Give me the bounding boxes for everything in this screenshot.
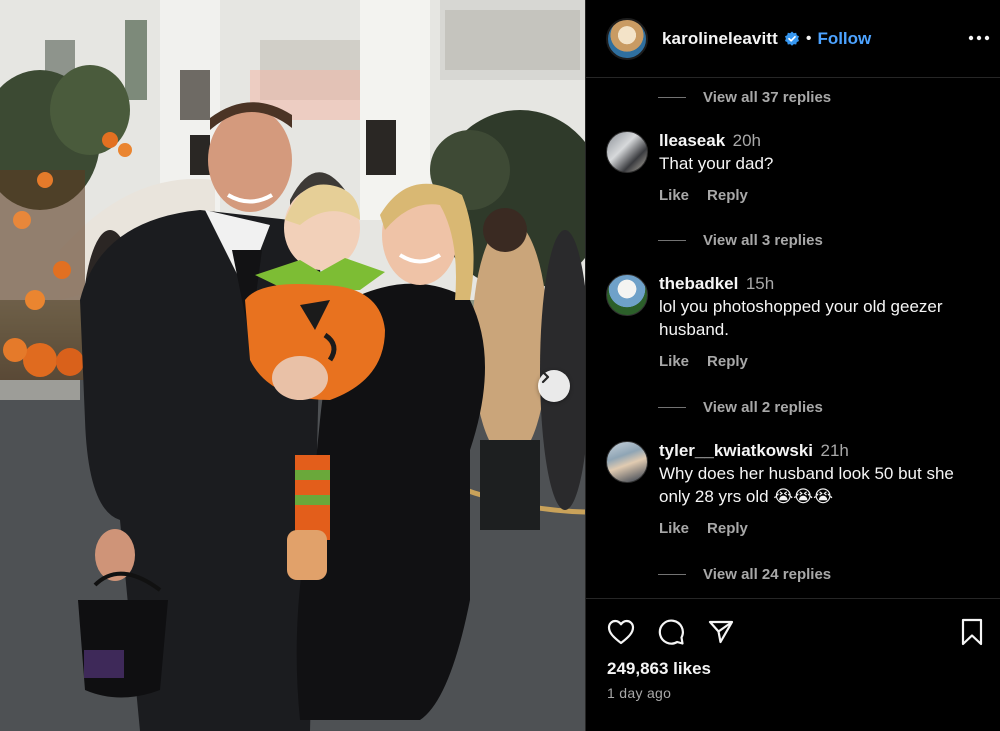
more-dots-icon [968,35,990,41]
speech-bubble-icon [658,619,684,645]
view-replies-link[interactable]: View all 24 replies [658,566,831,583]
post-header: karolineleavitt • Follow [586,0,1000,77]
paper-plane-icon [708,620,734,644]
comments-list[interactable]: View all 37 replies lleaseak 20h That yo… [586,78,1000,598]
comment-username[interactable]: tyler__kwiatkowski [659,441,813,460]
comment-username[interactable]: thebadkel [659,274,738,293]
view-replies-text: View all 3 replies [703,232,823,249]
replies-line [658,240,686,241]
post-footer: 249,863 likes 1 day ago [586,599,1000,731]
comment-text: Why does her husband look 50 but she onl… [659,464,954,506]
comment-like-button[interactable]: Like [659,520,689,537]
next-photo-button[interactable] [538,370,570,402]
comment-like-button[interactable]: Like [659,187,689,204]
save-button[interactable] [957,617,987,647]
replies-line [658,574,686,575]
photo-illustration [0,0,585,731]
replies-line [658,407,686,408]
commenter-avatar[interactable] [606,131,648,173]
action-bar [606,617,736,647]
like-button[interactable] [606,617,636,647]
comment-time[interactable]: 15h [746,274,774,293]
view-replies-text: View all 2 replies [703,399,823,416]
chevron-right-icon [541,370,550,384]
post-detail-panel: karolineleavitt • Follow View all 37 rep… [585,0,1000,731]
likes-count[interactable]: 249,863 likes [607,659,711,679]
follow-button[interactable]: Follow [817,29,871,49]
comment-reply-button[interactable]: Reply [707,187,748,204]
header-separator: • [805,29,812,47]
comment-button[interactable] [656,617,686,647]
post-timestamp[interactable]: 1 day ago [607,685,671,701]
view-replies-text: View all 37 replies [703,89,832,106]
commenter-avatar[interactable] [606,441,648,483]
more-options-button[interactable] [967,26,991,50]
view-replies-text: View all 24 replies [703,566,832,583]
author-username[interactable]: karolineleavitt [662,29,778,49]
verified-badge-icon [784,31,800,47]
comment-reply-button[interactable]: Reply [707,520,748,537]
comment-reply-button[interactable]: Reply [707,353,748,370]
post-photo[interactable] [0,0,585,731]
comment-time[interactable]: 21h [820,441,848,460]
bookmark-icon [961,618,983,646]
heart-icon [607,619,635,645]
share-button[interactable] [706,617,736,647]
commenter-avatar[interactable] [606,274,648,316]
view-replies-link[interactable]: View all 3 replies [658,232,823,249]
comment-text: That your dad? [659,154,774,173]
view-replies-link[interactable]: View all 37 replies [658,89,831,106]
author-avatar[interactable] [606,17,648,60]
comment-like-button[interactable]: Like [659,353,689,370]
replies-line [658,97,686,98]
comment-username[interactable]: lleaseak [659,131,725,150]
view-replies-link[interactable]: View all 2 replies [658,399,823,416]
comment-text: lol you photoshopped your old geezer hus… [659,297,943,339]
comment-time[interactable]: 20h [733,131,761,150]
